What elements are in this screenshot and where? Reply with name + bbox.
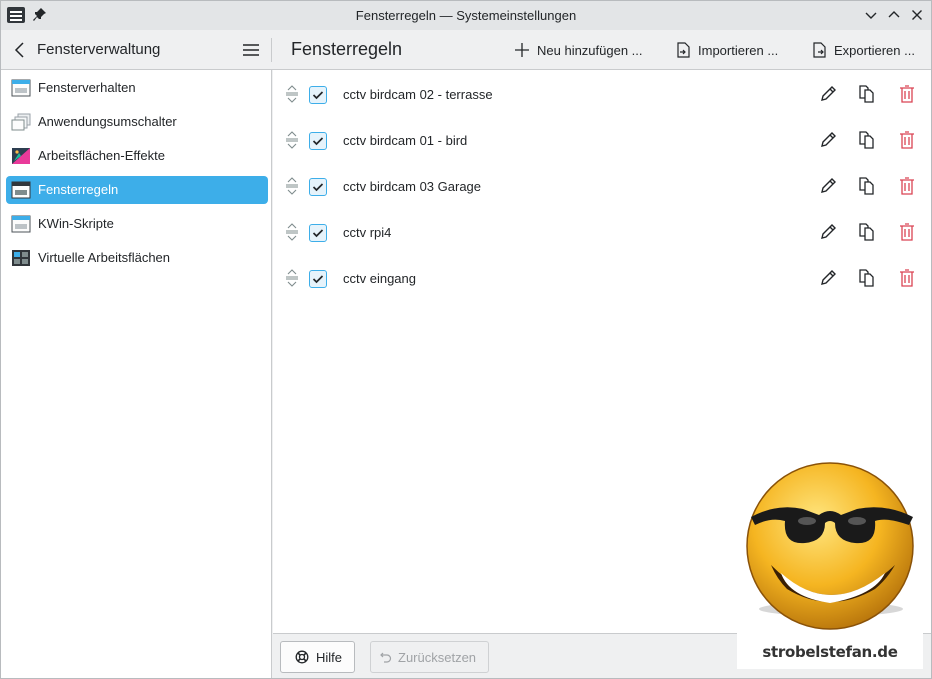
undo-icon bbox=[380, 652, 392, 663]
help-lifebuoy-icon bbox=[295, 650, 309, 664]
rule-name: cctv birdcam 02 - terrasse bbox=[343, 87, 493, 102]
sidebar-item-label: Fensterregeln bbox=[38, 182, 119, 197]
watermark-image: strobelstefan.de bbox=[737, 457, 923, 669]
virtual-desktops-icon bbox=[12, 250, 30, 266]
sidebar-item-virtuelle-arbeitsflaechen[interactable]: Virtuelle Arbeitsflächen bbox=[6, 244, 268, 272]
checkmark-icon bbox=[312, 91, 324, 100]
maximize-icon[interactable] bbox=[885, 6, 903, 24]
rule-name: cctv birdcam 03 Garage bbox=[343, 179, 482, 194]
header-separator bbox=[271, 38, 272, 62]
duplicate-icon[interactable] bbox=[857, 222, 877, 242]
sidebar-item-label: Anwendungsumschalter bbox=[38, 114, 177, 129]
checkmark-icon bbox=[312, 275, 324, 284]
checkmark-icon bbox=[312, 137, 324, 146]
sidebar-item-anwendungsumschalter[interactable]: Anwendungsumschalter bbox=[6, 108, 268, 136]
drag-handle-icon[interactable] bbox=[285, 131, 299, 149]
reset-label: Zurücksetzen bbox=[398, 649, 477, 665]
checkmark-icon bbox=[312, 183, 324, 192]
title-bar: Fensterregeln — Systemeinstellungen bbox=[1, 1, 931, 30]
rule-name: cctv birdcam 01 - bird bbox=[343, 133, 468, 148]
export-button[interactable]: Exportieren ... bbox=[810, 40, 915, 60]
help-label: Hilfe bbox=[316, 649, 343, 665]
settings-window: Fensterregeln — Systemeinstellungen Fens… bbox=[0, 0, 932, 679]
import-button[interactable]: Importieren ... bbox=[674, 40, 778, 60]
sidebar-item-arbeitsflaechen-effekte[interactable]: Arbeitsflächen-Effekte bbox=[6, 142, 268, 170]
back-icon[interactable] bbox=[11, 41, 29, 59]
sidebar-item-label: Virtuelle Arbeitsflächen bbox=[38, 250, 171, 265]
close-icon[interactable] bbox=[908, 6, 926, 24]
page-title: Fensterregeln bbox=[291, 39, 403, 59]
desktop-effects-icon bbox=[12, 148, 30, 164]
rule-enabled-checkbox[interactable] bbox=[309, 224, 327, 242]
sidebar-item-fensterverhalten[interactable]: Fensterverhalten bbox=[6, 74, 268, 102]
duplicate-icon[interactable] bbox=[857, 130, 877, 150]
help-button[interactable]: Hilfe bbox=[280, 641, 356, 673]
sidebar-item-label: KWin-Skripte bbox=[38, 216, 114, 231]
kwin-scripts-icon bbox=[11, 215, 31, 233]
drag-handle-icon[interactable] bbox=[285, 85, 299, 103]
rule-row[interactable]: cctv birdcam 01 - bird bbox=[273, 116, 931, 162]
drag-handle-icon[interactable] bbox=[285, 269, 299, 287]
delete-icon[interactable] bbox=[897, 268, 917, 288]
sidebar-item-fensterregeln[interactable]: Fensterregeln bbox=[6, 176, 268, 204]
delete-icon[interactable] bbox=[897, 222, 917, 242]
duplicate-icon[interactable] bbox=[857, 176, 877, 196]
rule-enabled-checkbox[interactable] bbox=[309, 178, 327, 196]
delete-icon[interactable] bbox=[897, 130, 917, 150]
task-switcher-icon bbox=[11, 113, 31, 131]
minimize-icon[interactable] bbox=[862, 6, 880, 24]
window-behavior-icon bbox=[11, 79, 31, 97]
sidebar-item-kwin-skripte[interactable]: KWin-Skripte bbox=[6, 210, 268, 238]
rule-enabled-checkbox[interactable] bbox=[309, 270, 327, 288]
sidebar-item-label: Fensterverhalten bbox=[38, 80, 136, 95]
edit-icon[interactable] bbox=[818, 84, 838, 104]
checkmark-icon bbox=[312, 229, 324, 238]
duplicate-icon[interactable] bbox=[857, 84, 877, 104]
header-bar: Fensterverwaltung Fensterregeln Neu hinz… bbox=[1, 30, 931, 70]
drag-handle-icon[interactable] bbox=[285, 223, 299, 241]
add-icon bbox=[515, 43, 529, 57]
sidebar: Fensterverhalten Anwendungsumschalter Ar… bbox=[1, 70, 272, 678]
edit-icon[interactable] bbox=[818, 130, 838, 150]
export-label: Exportieren ... bbox=[834, 42, 915, 58]
duplicate-icon[interactable] bbox=[857, 268, 877, 288]
cool-smiley-icon bbox=[746, 462, 914, 630]
edit-icon[interactable] bbox=[818, 176, 838, 196]
window-rules-icon bbox=[11, 181, 31, 199]
delete-icon[interactable] bbox=[897, 176, 917, 196]
delete-icon[interactable] bbox=[897, 84, 917, 104]
hamburger-menu-icon[interactable] bbox=[242, 42, 260, 58]
import-icon bbox=[677, 42, 690, 58]
rule-row[interactable]: cctv eingang bbox=[273, 254, 931, 300]
edit-icon[interactable] bbox=[818, 268, 838, 288]
rule-row[interactable]: cctv birdcam 03 Garage bbox=[273, 162, 931, 208]
export-icon bbox=[813, 42, 826, 58]
rule-enabled-checkbox[interactable] bbox=[309, 86, 327, 104]
import-label: Importieren ... bbox=[698, 42, 779, 58]
rule-name: cctv rpi4 bbox=[343, 225, 392, 240]
sidebar-item-label: Arbeitsflächen-Effekte bbox=[38, 148, 165, 163]
edit-icon[interactable] bbox=[818, 222, 838, 242]
rule-row[interactable]: cctv rpi4 bbox=[273, 208, 931, 254]
drag-handle-icon[interactable] bbox=[285, 177, 299, 195]
rule-name: cctv eingang bbox=[343, 271, 416, 286]
reset-button[interactable]: Zurücksetzen bbox=[370, 641, 490, 673]
rule-enabled-checkbox[interactable] bbox=[309, 132, 327, 150]
add-rule-button[interactable]: Neu hinzufügen ... bbox=[513, 40, 643, 60]
sidebar-title: Fensterverwaltung bbox=[37, 41, 161, 58]
window-title: Fensterregeln — Systemeinstellungen bbox=[355, 8, 577, 23]
watermark-text: strobelstefan.de bbox=[762, 643, 898, 661]
rule-row[interactable]: cctv birdcam 02 - terrasse bbox=[273, 70, 931, 116]
add-rule-label: Neu hinzufügen ... bbox=[537, 42, 643, 58]
